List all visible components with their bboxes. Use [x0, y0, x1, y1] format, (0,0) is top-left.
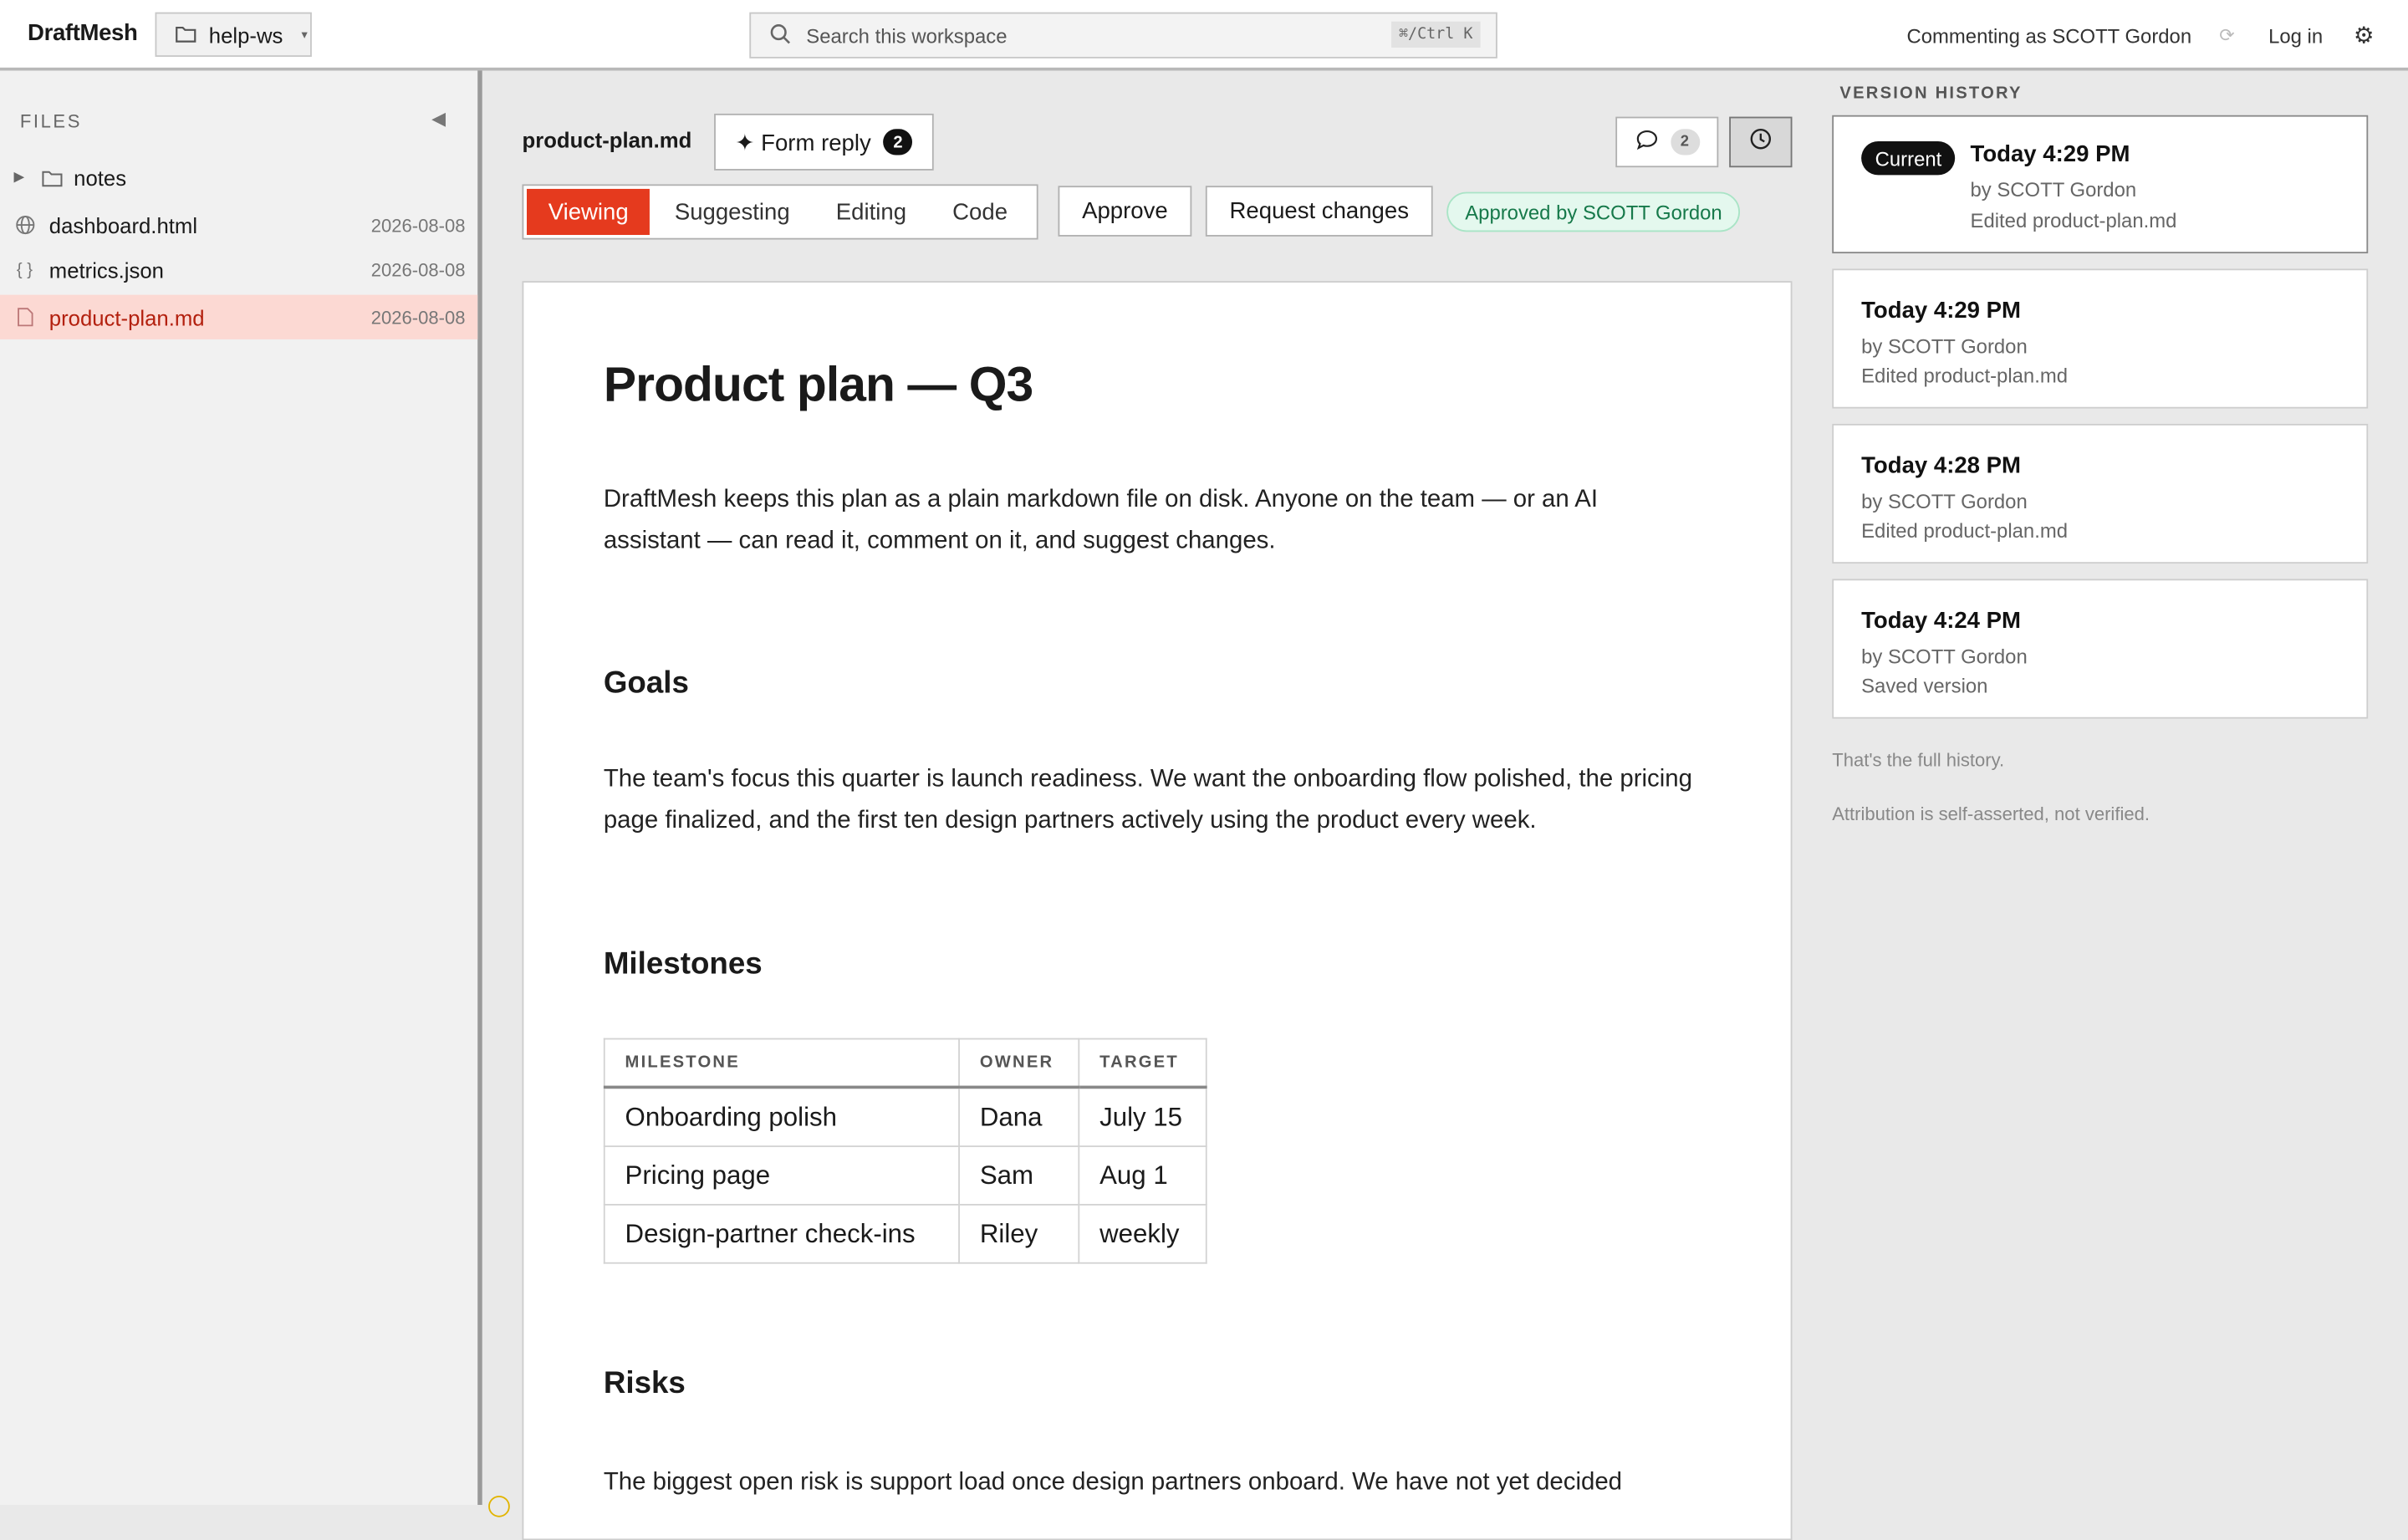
sidebar-item-label: notes: [74, 165, 127, 190]
commenting-as[interactable]: Commenting as SCOTT Gordon: [1907, 23, 2192, 47]
sidebar-item-label: dashboard.html: [48, 212, 198, 237]
goals-text: The team's focus this quarter is launch …: [603, 766, 1692, 834]
tab-suggesting[interactable]: Suggesting: [653, 189, 811, 235]
table-row: Design-partner check-ins Riley weekly: [603, 1204, 1207, 1264]
sidebar-item-product-plan[interactable]: product-plan.md 2026-08-08: [0, 294, 478, 339]
version-time: Today 4:29 PM: [1970, 140, 2130, 168]
tab-viewing[interactable]: Viewing: [527, 188, 650, 236]
folder-icon: [33, 168, 70, 186]
table-cell: Riley: [958, 1204, 1080, 1264]
current-badge: Current: [1861, 140, 1956, 176]
comment-icon: [1635, 128, 1658, 156]
sidebar-item-date: 2026-08-08: [370, 258, 466, 281]
version-time: Today 4:29 PM: [1861, 298, 2021, 324]
table-cell: Onboarding polish: [603, 1086, 960, 1148]
refresh-icon[interactable]: ⟳: [2219, 24, 2234, 46]
risks-text: The biggest open risk is support load on…: [603, 1469, 1623, 1496]
table-header: TARGET: [1078, 1038, 1207, 1089]
folder-icon: [175, 23, 196, 47]
scroll-marker-icon: [488, 1495, 510, 1517]
approve-button[interactable]: Approve: [1058, 186, 1192, 237]
file-sidebar: FILES ◀ ▶ notes dashboard.html 2026-08-0…: [0, 70, 482, 1506]
version-action: Edited product-plan.md: [1861, 364, 2069, 387]
workspace-name: help-ws: [208, 22, 283, 48]
sidebar-item-metrics[interactable]: { } metrics.json 2026-08-08: [0, 247, 477, 292]
table-header: MILESTONE: [603, 1038, 960, 1089]
version-author: by SCOTT Gordon: [1861, 489, 2028, 513]
doc-title: Product plan — Q3: [603, 356, 1033, 412]
globe-icon: [0, 215, 49, 235]
doc-intro: DraftMesh keeps this plan as a plain mar…: [603, 487, 1599, 555]
version-author: by SCOTT Gordon: [1861, 645, 2028, 668]
sidebar-item-label: product-plan.md: [48, 304, 205, 329]
table-cell: Pricing page: [603, 1145, 960, 1206]
sidebar-item-dashboard[interactable]: dashboard.html 2026-08-08: [0, 202, 477, 247]
version-time: Today 4:28 PM: [1861, 452, 2021, 480]
search-placeholder: Search this workspace: [806, 23, 1008, 48]
version-action: Edited product-plan.md: [1861, 518, 2069, 543]
version-action: Saved version: [1861, 674, 1988, 697]
json-icon: { }: [16, 260, 33, 279]
form-reply-label: ✦ Form reply: [735, 130, 871, 156]
goals-heading: Goals: [603, 666, 689, 701]
version-time: Today 4:24 PM: [1861, 608, 2021, 635]
version-history-title: VERSION HISTORY: [1839, 84, 2023, 104]
gear-icon[interactable]: ⚙: [2354, 22, 2375, 49]
version-card[interactable]: Today 4:28 PM by SCOTT Gordon Edited pro…: [1832, 423, 2369, 564]
version-author: by SCOTT Gordon: [1861, 334, 2028, 358]
files-title: FILES: [19, 110, 83, 132]
tab-editing[interactable]: Editing: [814, 189, 928, 235]
document-body: Product plan — Q3 DraftMesh keeps this p…: [522, 281, 1793, 1540]
comments-count: 2: [1670, 129, 1700, 156]
comments-button[interactable]: 2: [1615, 116, 1719, 168]
caret-down-icon: ▾: [301, 28, 308, 42]
full-history-note: That's the full history.: [1832, 749, 2005, 772]
table-header-row: MILESTONE OWNER TARGET: [603, 1038, 1207, 1089]
expand-arrow-icon[interactable]: ▶: [14, 169, 34, 186]
table-cell: Design-partner check-ins: [603, 1204, 960, 1264]
search-icon: [769, 23, 791, 48]
table-cell: weekly: [1078, 1204, 1207, 1264]
attribution-note: Attribution is self-asserted, not verifi…: [1832, 803, 2150, 825]
file-icon: [0, 307, 49, 327]
table-header: OWNER: [958, 1038, 1080, 1089]
sidebar-item-notes[interactable]: ▶ notes: [0, 156, 477, 200]
table-cell: Dana: [958, 1086, 1080, 1148]
login-link[interactable]: Log in: [2268, 23, 2323, 47]
version-card[interactable]: Today 4:29 PM by SCOTT Gordon Edited pro…: [1832, 268, 2369, 409]
table-row: Pricing page Sam Aug 1: [603, 1145, 1207, 1206]
table-cell: July 15: [1078, 1086, 1207, 1148]
clock-icon: [1749, 127, 1773, 156]
risks-heading: Risks: [603, 1366, 686, 1401]
milestones-table: MILESTONE OWNER TARGET Onboarding polish…: [603, 1038, 1207, 1264]
history-button[interactable]: [1729, 116, 1793, 168]
collapse-icon[interactable]: ◀: [431, 108, 446, 130]
sidebar-item-label: metrics.json: [48, 257, 164, 283]
version-card-current[interactable]: Current Today 4:29 PM by SCOTT Gordon Ed…: [1832, 115, 2369, 254]
table-cell: Sam: [958, 1145, 1080, 1206]
workspace-switcher[interactable]: help-ws ▾: [155, 12, 312, 57]
form-reply-count: 2: [883, 129, 913, 156]
approved-status-badge: Approved by SCOTT Gordon: [1446, 191, 1741, 232]
search-shortcut: ⌘/Ctrl K: [1390, 21, 1481, 48]
search-input[interactable]: Search this workspace ⌘/Ctrl K: [749, 12, 1497, 59]
top-bar: DraftMesh help-ws ▾ Search this workspac…: [0, 0, 2408, 71]
document-filename: product-plan.md: [522, 127, 692, 152]
version-action: Edited product-plan.md: [1970, 208, 2177, 232]
milestones-heading: Milestones: [603, 947, 763, 982]
mode-switcher: Viewing Suggesting Editing Code: [522, 184, 1038, 240]
request-changes-button[interactable]: Request changes: [1205, 186, 1433, 237]
sidebar-item-date: 2026-08-08: [370, 306, 466, 329]
app-brand[interactable]: DraftMesh: [28, 20, 138, 46]
form-reply-button[interactable]: ✦ Form reply 2: [714, 113, 934, 171]
version-card[interactable]: Today 4:24 PM by SCOTT Gordon Saved vers…: [1832, 579, 2369, 719]
tab-code[interactable]: Code: [931, 189, 1028, 235]
table-cell: Aug 1: [1078, 1145, 1207, 1206]
sidebar-item-date: 2026-08-08: [370, 214, 466, 236]
version-author: by SCOTT Gordon: [1970, 178, 2137, 201]
table-row: Onboarding polish Dana July 15: [603, 1086, 1207, 1148]
